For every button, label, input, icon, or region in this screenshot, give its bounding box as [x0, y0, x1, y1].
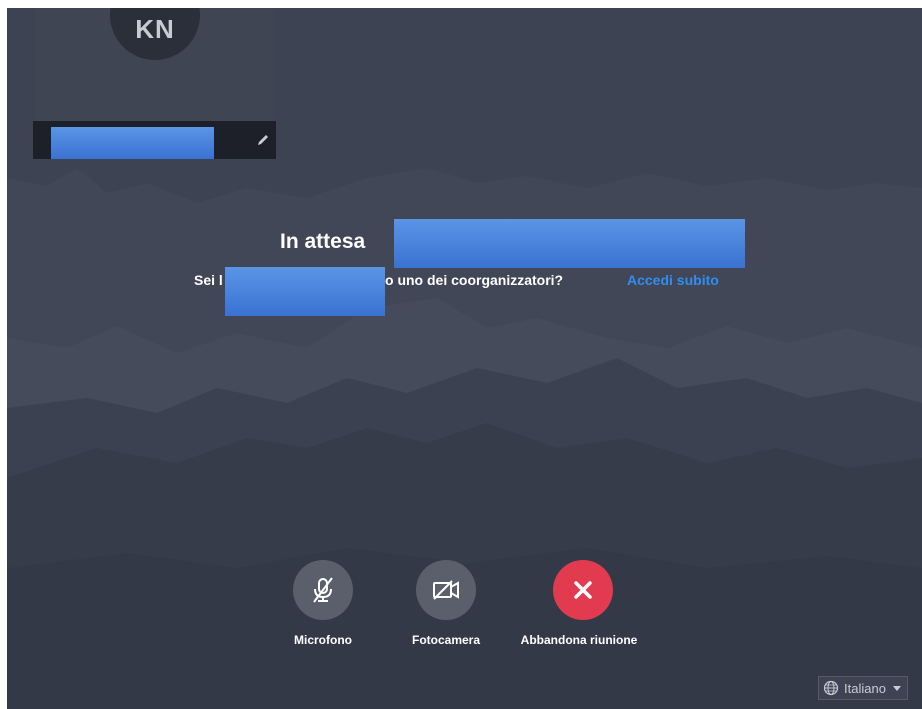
globe-icon	[823, 680, 839, 696]
pencil-icon[interactable]	[256, 133, 270, 147]
avatar: KN	[110, 8, 200, 60]
leave-meeting-button[interactable]	[553, 560, 613, 620]
waiting-title: In attesa	[280, 230, 366, 253]
redacted-title-text	[394, 219, 745, 268]
redacted-display-name	[51, 127, 214, 159]
redacted-question-text	[225, 267, 385, 316]
microphone-label: Microfono	[294, 633, 352, 647]
question-prefix: Sei l	[194, 272, 223, 288]
language-selector[interactable]: Italiano	[818, 676, 908, 700]
preview-name-bar	[33, 121, 276, 159]
leave-meeting-label: Abbandona riunione	[520, 633, 638, 647]
sign-in-now-link[interactable]: Accedi subito	[627, 272, 719, 288]
chevron-down-icon	[892, 685, 901, 691]
self-video-preview: KN	[33, 8, 276, 159]
question-suffix: o uno dei coorganizzatori?	[385, 272, 564, 288]
camera-off-icon	[433, 580, 459, 600]
meeting-lobby: KN In attesa Sei l o uno dei coorganizza…	[7, 8, 922, 709]
microphone-off-icon	[313, 577, 333, 603]
camera-label: Fotocamera	[411, 633, 481, 647]
microphone-toggle-button[interactable]	[293, 560, 353, 620]
close-icon	[574, 581, 592, 599]
camera-toggle-button[interactable]	[416, 560, 476, 620]
language-label: Italiano	[844, 680, 886, 696]
